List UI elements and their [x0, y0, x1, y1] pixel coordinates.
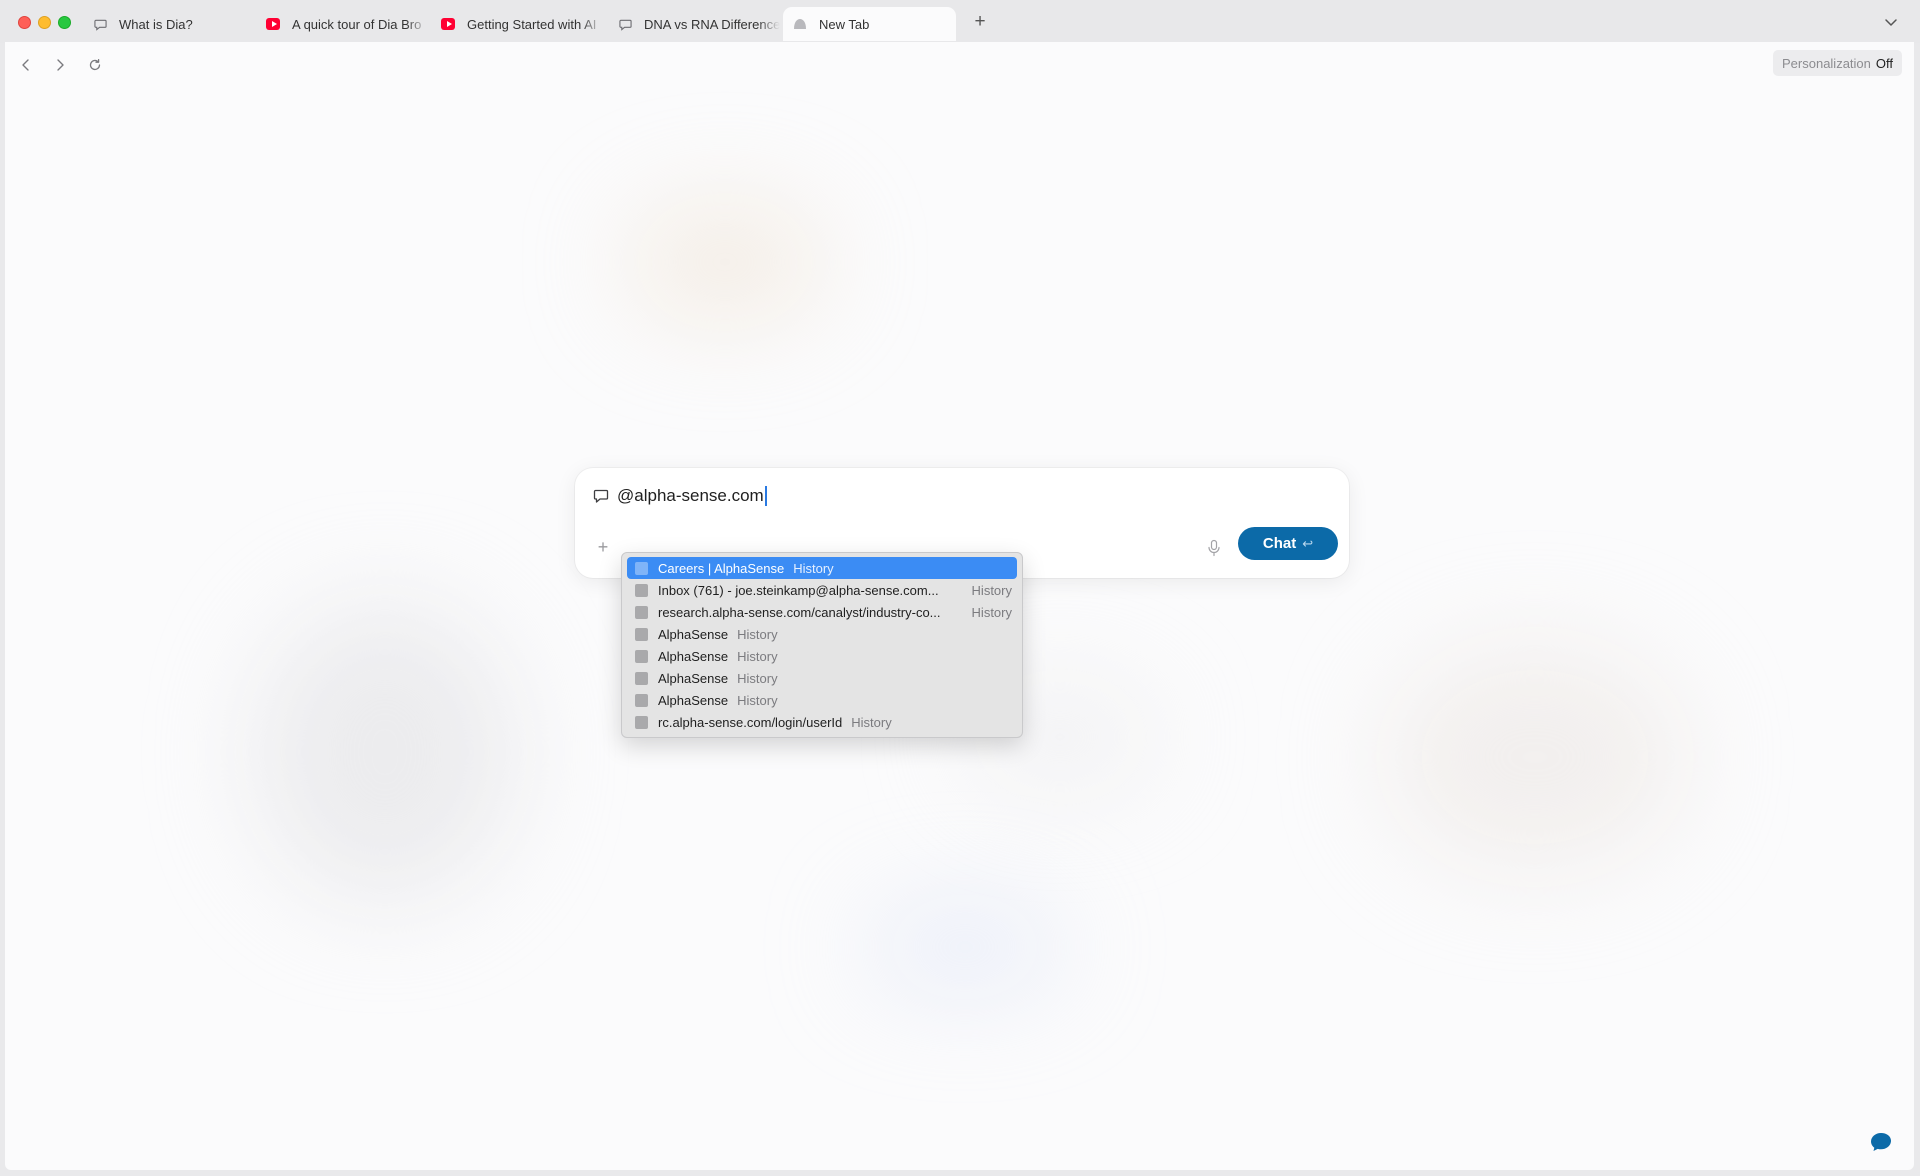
chevron-down-icon[interactable]: [1882, 13, 1900, 31]
tab-label: What is Dia?: [119, 16, 193, 32]
suggestion-source: History: [971, 582, 1012, 598]
suggestion-item[interactable]: AlphaSense History: [627, 645, 1017, 667]
favicon-placeholder-icon: [635, 605, 648, 619]
suggestion-item[interactable]: AlphaSense History: [627, 689, 1017, 711]
tab-label: DNA vs RNA Difference: [644, 16, 780, 32]
suggestion-item[interactable]: research.alpha-sense.com/canalyst/indust…: [627, 601, 1017, 623]
tab-what-is-dia[interactable]: What is Dia?: [83, 7, 253, 41]
suggestion-title: Inbox (761) - joe.steinkamp@alpha-sense.…: [658, 582, 939, 598]
favicon-placeholder-icon: [635, 583, 648, 597]
tab-dna-vs-rna[interactable]: DNA vs RNA Difference: [608, 7, 780, 41]
background-blob: [865, 902, 1065, 992]
microphone-icon[interactable]: [1206, 539, 1222, 557]
youtube-icon: [441, 17, 455, 31]
favicon-placeholder-icon: [635, 715, 648, 729]
favicon-placeholder-icon: [635, 561, 648, 575]
suggestion-source: History: [793, 560, 834, 576]
suggestion-source: History: [737, 648, 778, 664]
close-window-button[interactable]: [18, 16, 31, 29]
chat-submit-button[interactable]: Chat ↩: [1238, 527, 1338, 560]
favicon-placeholder-icon: [635, 671, 648, 685]
personalization-state: Off: [1875, 55, 1893, 71]
background-blob: [1385, 642, 1685, 872]
suggestion-item[interactable]: AlphaSense History: [627, 667, 1017, 689]
favicon-placeholder-icon: [635, 649, 648, 663]
tab-strip: What is Dia? A quick tour of Dia Bro Get…: [0, 0, 1920, 43]
suggestion-item[interactable]: Careers | AlphaSense History: [627, 557, 1017, 579]
minimize-window-button[interactable]: [38, 16, 51, 29]
reload-button[interactable]: [84, 54, 106, 76]
suggestion-title: AlphaSense: [658, 692, 729, 708]
forward-button[interactable]: [49, 54, 71, 76]
new-tab-button[interactable]: +: [970, 12, 990, 32]
tab-quick-tour[interactable]: A quick tour of Dia Bro: [256, 7, 428, 41]
suggestion-title: AlphaSense: [658, 648, 729, 664]
suggestion-title: AlphaSense: [658, 626, 729, 642]
text-caret: [764, 486, 767, 506]
chat-bubble-icon: [618, 17, 632, 31]
autocomplete-dropdown: Careers | AlphaSense History Inbox (761)…: [621, 552, 1023, 738]
suggestion-item[interactable]: AlphaSense History: [627, 623, 1017, 645]
chat-input[interactable]: @alpha-sense.com: [617, 485, 767, 507]
suggestion-title: Careers | AlphaSense: [658, 560, 785, 576]
chat-bubble-icon: [593, 488, 609, 504]
favicon-placeholder-icon: [635, 693, 648, 707]
suggestion-item[interactable]: Inbox (761) - joe.steinkamp@alpha-sense.…: [627, 579, 1017, 601]
page-content: Personalization Off @alpha-sense.com + C…: [5, 42, 1914, 1170]
suggestion-title: research.alpha-sense.com/canalyst/indust…: [658, 604, 941, 620]
suggestion-source: History: [851, 714, 892, 730]
suggestion-source: History: [737, 626, 778, 642]
chat-input-text: @alpha-sense.com: [617, 486, 764, 505]
return-key-icon: ↩: [1302, 535, 1314, 551]
zoom-window-button[interactable]: [58, 16, 71, 29]
add-attachment-button[interactable]: +: [595, 538, 611, 556]
personalization-label: Personalization: [1782, 55, 1871, 71]
personalization-toggle[interactable]: Personalization Off: [1773, 50, 1902, 76]
tab-label: Getting Started with AI: [467, 16, 597, 32]
suggestion-source: History: [737, 692, 778, 708]
suggestion-title: rc.alpha-sense.com/login/userId: [658, 714, 843, 730]
suggestion-item[interactable]: rc.alpha-sense.com/login/userId History: [627, 711, 1017, 733]
dia-icon: [793, 17, 807, 31]
chat-bubble-icon: [93, 17, 107, 31]
back-button[interactable]: [15, 54, 37, 76]
suggestion-title: AlphaSense: [658, 670, 729, 686]
tab-new-tab[interactable]: New Tab: [783, 7, 956, 41]
favicon-placeholder-icon: [635, 627, 648, 641]
background-blob: [255, 602, 515, 902]
suggestion-source: History: [971, 604, 1012, 620]
tab-label: A quick tour of Dia Bro: [292, 16, 422, 32]
chevron-right-icon: [57, 59, 64, 71]
suggestion-source: History: [737, 670, 778, 686]
background-blob: [625, 202, 825, 322]
youtube-icon: [266, 17, 280, 31]
chevron-left-icon: [22, 59, 29, 71]
reload-icon: [89, 58, 101, 71]
chat-submit-label: Chat: [1262, 535, 1297, 552]
tab-label: New Tab: [819, 16, 870, 32]
tab-getting-started[interactable]: Getting Started with AI: [431, 7, 603, 41]
help-chat-icon[interactable]: [1870, 1132, 1892, 1152]
